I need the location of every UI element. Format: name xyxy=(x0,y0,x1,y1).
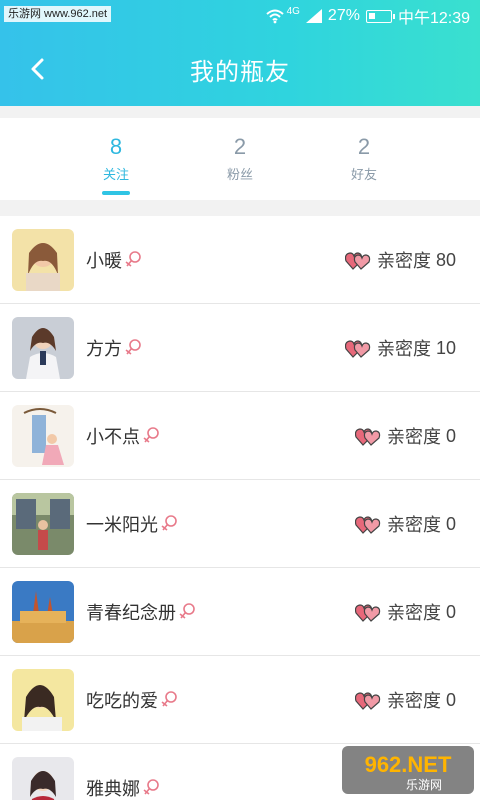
intimacy-value: 10 xyxy=(435,337,456,358)
list-item[interactable]: 方方 亲密度 10 xyxy=(0,304,480,392)
hearts-icon xyxy=(344,340,371,358)
avatar xyxy=(12,229,74,291)
intimacy-value: 0 xyxy=(445,425,456,446)
avatar xyxy=(12,581,74,643)
hearts-icon xyxy=(354,604,381,622)
battery-icon xyxy=(365,9,395,23)
friend-name: 小暖 xyxy=(86,251,122,271)
hearts-icon xyxy=(354,692,381,710)
intimacy-value: 0 xyxy=(445,601,456,622)
tab-label: 关注 xyxy=(102,167,129,182)
watermark: 乐游网 www.962.net xyxy=(4,6,112,22)
battery-percent: 27% xyxy=(327,7,360,24)
intimacy-label: 亲密度 xyxy=(376,251,431,271)
avatar xyxy=(12,405,74,467)
tab-label: 粉丝 xyxy=(226,167,253,182)
friend-name: 方方 xyxy=(86,339,122,359)
tab-fans[interactable]: 2 粉丝 xyxy=(190,134,290,183)
avatar xyxy=(12,669,74,731)
female-icon xyxy=(143,779,159,795)
tab-indicator xyxy=(102,191,130,195)
female-icon xyxy=(125,251,141,267)
list-item[interactable]: 吃吃的爱 亲密度 0 xyxy=(0,656,480,744)
friend-name: 青春纪念册 xyxy=(86,603,176,623)
logo-brand: 962.NET xyxy=(365,752,452,777)
tab-count: 2 xyxy=(357,134,371,159)
wifi-icon xyxy=(265,9,284,24)
intimacy-label: 亲密度 xyxy=(386,691,441,711)
intimacy-label: 亲密度 xyxy=(386,427,441,447)
list-item[interactable]: 青春纪念册 亲密度 0 xyxy=(0,568,480,656)
clock: 中午12:39 xyxy=(397,10,470,27)
status-bar: 乐游网 www.962.net 4G 27% 中午12:39 xyxy=(0,0,480,28)
tab-following[interactable]: 8 关注 xyxy=(66,134,166,195)
tab-bar: 8 关注 2 粉丝 2 好友 xyxy=(0,118,480,200)
female-icon xyxy=(161,691,177,707)
friend-name: 吃吃的爱 xyxy=(86,691,158,711)
site-logo: 962.NET 乐游网 xyxy=(342,746,474,794)
avatar xyxy=(12,493,74,555)
page-title: 我的瓶友 xyxy=(190,59,290,86)
tab-friends[interactable]: 2 好友 xyxy=(314,134,414,183)
tab-count: 8 xyxy=(109,134,123,159)
female-icon xyxy=(179,603,195,619)
hearts-icon xyxy=(354,428,381,446)
friend-name: 小不点 xyxy=(86,427,140,447)
logo-sub: 乐游网 xyxy=(406,778,442,792)
list-item[interactable]: 小暖 亲密度 80 xyxy=(0,216,480,304)
signal-icon xyxy=(305,9,322,23)
female-icon xyxy=(161,515,177,531)
hearts-icon xyxy=(344,252,371,270)
female-icon xyxy=(125,339,141,355)
intimacy-value: 80 xyxy=(435,249,456,270)
avatar xyxy=(12,317,74,379)
friend-list: 小暖 亲密度 80 方方 亲密度 10 小不点 亲密度 0 一米阳光 亲密度 0… xyxy=(0,216,480,800)
intimacy-label: 亲密度 xyxy=(386,515,441,535)
network-type: 4G xyxy=(286,5,300,17)
intimacy-value: 0 xyxy=(445,513,456,534)
friend-name: 一米阳光 xyxy=(86,515,158,535)
tab-count: 2 xyxy=(233,134,247,159)
list-item[interactable]: 小不点 亲密度 0 xyxy=(0,392,480,480)
header-bar: 乐游网 www.962.net 4G 27% 中午12:39 我的瓶友 xyxy=(0,0,480,106)
intimacy-label: 亲密度 xyxy=(376,339,431,359)
list-item[interactable]: 一米阳光 亲密度 0 xyxy=(0,480,480,568)
friend-name: 雅典娜 xyxy=(86,779,140,799)
hearts-icon xyxy=(354,516,381,534)
tab-label: 好友 xyxy=(350,167,377,182)
avatar xyxy=(12,757,74,800)
intimacy-label: 亲密度 xyxy=(386,603,441,623)
female-icon xyxy=(143,427,159,443)
intimacy-value: 0 xyxy=(445,689,456,710)
